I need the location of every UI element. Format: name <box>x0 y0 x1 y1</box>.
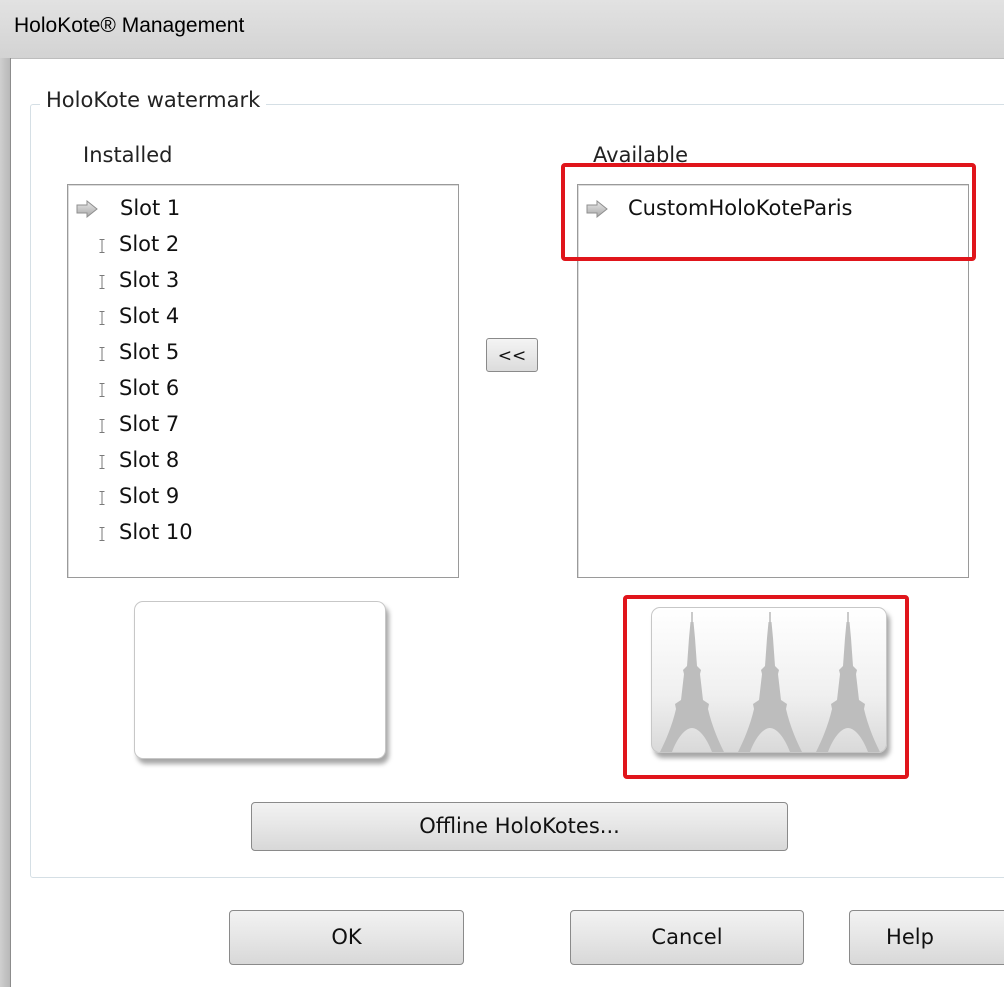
transfer-button[interactable]: << <box>486 338 538 372</box>
help-button[interactable]: Help <box>849 910 1004 965</box>
installed-label: Installed <box>83 143 173 167</box>
installed-item-label: Slot 7 <box>119 412 180 436</box>
ok-button[interactable]: OK <box>229 910 464 965</box>
ibeam-icon <box>99 383 105 397</box>
ibeam-icon <box>99 455 105 469</box>
installed-item-label: Slot 10 <box>119 520 193 544</box>
ibeam-icon <box>99 239 105 253</box>
installed-list-item[interactable]: Slot 3 <box>68 263 458 297</box>
installed-item-label: Slot 5 <box>119 340 180 364</box>
installed-list-item[interactable]: Slot 5 <box>68 335 458 369</box>
window-frame-left <box>0 58 11 987</box>
ibeam-icon <box>99 491 105 505</box>
ibeam-icon <box>99 419 105 433</box>
installed-item-label: Slot 6 <box>119 376 180 400</box>
installed-list-item[interactable]: Slot 8 <box>68 443 458 477</box>
installed-list-item[interactable]: Slot 1 <box>68 191 458 225</box>
installed-list-item[interactable]: Slot 7 <box>68 407 458 441</box>
window-title: HoloKote® Management <box>14 14 245 37</box>
installed-item-label: Slot 8 <box>119 448 180 472</box>
installed-item-label: Slot 1 <box>120 196 181 220</box>
installed-item-label: Slot 2 <box>119 232 180 256</box>
installed-item-label: Slot 4 <box>119 304 180 328</box>
installed-item-label: Slot 9 <box>119 484 180 508</box>
group-legend: HoloKote watermark <box>40 88 267 112</box>
arrow-right-icon <box>76 200 98 218</box>
installed-listbox[interactable]: Slot 1 Slot 2 Slot 3 Slot 4 Slot 5 Slot 6 Slot… <box>67 184 459 578</box>
ibeam-icon <box>99 311 105 325</box>
cancel-button[interactable]: Cancel <box>570 910 804 965</box>
ibeam-icon <box>99 347 105 361</box>
title-bar[interactable]: HoloKote® Management <box>0 0 1004 59</box>
ibeam-icon <box>99 275 105 289</box>
installed-preview-card <box>134 601 386 759</box>
preview-highlight-box <box>623 595 909 779</box>
installed-list-item[interactable]: Slot 6 <box>68 371 458 405</box>
installed-list-item[interactable]: Slot 9 <box>68 479 458 513</box>
installed-list-item[interactable]: Slot 2 <box>68 227 458 261</box>
available-highlight-box <box>561 163 976 261</box>
installed-item-label: Slot 3 <box>119 268 180 292</box>
holokote-management-window: HoloKote® Management HoloKote watermark … <box>0 0 1004 987</box>
installed-list-item[interactable]: Slot 4 <box>68 299 458 333</box>
offline-holokotes-button[interactable]: Offline HoloKotes... <box>251 802 788 851</box>
installed-list-item[interactable]: Slot 10 <box>68 515 458 549</box>
ibeam-icon <box>99 527 105 541</box>
